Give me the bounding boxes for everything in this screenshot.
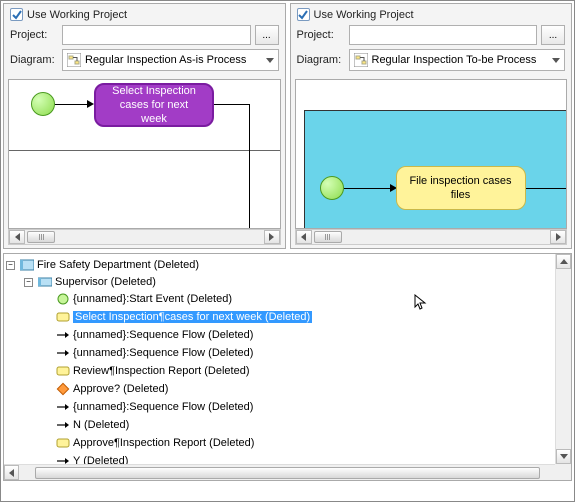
project-input-left[interactable] [62, 25, 251, 45]
tree-node-lane[interactable]: − Supervisor (Deleted) [24, 274, 555, 290]
left-diagram-canvas[interactable]: Select Inspection cases for next week [8, 79, 281, 229]
diagram-dropdown-right[interactable]: Regular Inspection To-be Process [349, 49, 566, 71]
diff-tree[interactable]: − Fire Safety Department (Deleted) − S [4, 254, 555, 464]
tree-node-item[interactable]: Review¶Inspection Report (Deleted) [42, 363, 555, 379]
tree-node-item[interactable]: Select Inspection¶cases for next week (D… [42, 309, 555, 325]
right-comparison-pane: Use Working Project Project: ... Diagram… [290, 3, 573, 249]
use-working-project-checkbox-right[interactable] [297, 8, 310, 21]
project-browse-button-right[interactable]: ... [541, 25, 565, 45]
chevron-down-icon [266, 58, 274, 63]
tree-node-item[interactable]: {unnamed}:Start Event (Deleted) [42, 291, 555, 307]
task-icon [56, 364, 70, 378]
tree-node-item[interactable]: N (Deleted) [42, 417, 555, 433]
left-canvas-h-scrollbar[interactable] [8, 229, 281, 245]
scroll-left-button[interactable] [9, 230, 25, 244]
left-comparison-pane: Use Working Project Project: ... Diagram… [3, 3, 286, 249]
right-canvas-h-scrollbar[interactable] [295, 229, 568, 245]
chevron-down-icon [552, 58, 560, 63]
use-working-label-right: Use Working Project [314, 9, 414, 21]
scroll-left-button[interactable] [4, 465, 19, 480]
start-icon [56, 292, 70, 306]
diagram-dropdown-left[interactable]: Regular Inspection As-is Process [62, 49, 279, 71]
project-browse-button-left[interactable]: ... [255, 25, 279, 45]
diff-tree-panel: − Fire Safety Department (Deleted) − S [3, 253, 572, 481]
right-diagram-canvas[interactable]: File inspection cases files [295, 79, 568, 229]
scroll-thumb[interactable] [27, 231, 55, 243]
tree-node-item[interactable]: Approve? (Deleted) [42, 381, 555, 397]
use-working-project-checkbox-left[interactable] [10, 8, 23, 21]
collapse-icon[interactable]: − [6, 261, 15, 270]
scroll-up-button[interactable] [556, 254, 571, 269]
mouse-cursor-icon [414, 294, 428, 312]
tree-node-item[interactable]: {unnamed}:Sequence Flow (Deleted) [42, 327, 555, 343]
pool-icon [20, 258, 34, 272]
activity-select-inspection[interactable]: Select Inspection cases for next week [94, 83, 214, 127]
project-label-right: Project: [297, 29, 345, 41]
use-working-label-left: Use Working Project [27, 9, 127, 21]
scroll-thumb[interactable] [314, 231, 342, 243]
gateway-icon [56, 382, 70, 396]
diagram-label-right: Diagram: [297, 54, 345, 66]
start-event-shape[interactable] [320, 176, 344, 200]
scroll-right-button[interactable] [550, 230, 566, 244]
scroll-down-button[interactable] [556, 449, 571, 464]
tree-node-item[interactable]: Approve¶Inspection Report (Deleted) [42, 435, 555, 451]
flow-icon [56, 454, 70, 464]
bpmn-diagram-icon [67, 53, 81, 67]
tree-node-item[interactable]: Y (Deleted) [42, 453, 555, 464]
flow-icon [56, 346, 70, 360]
flow-icon [56, 400, 70, 414]
activity-file-inspection[interactable]: File inspection cases files [396, 166, 526, 210]
scroll-right-button[interactable] [264, 230, 280, 244]
tree-h-scrollbar[interactable] [4, 464, 571, 480]
scroll-thumb[interactable] [35, 467, 540, 479]
task-icon [56, 310, 70, 324]
bpmn-diagram-icon [354, 53, 368, 67]
scroll-left-button[interactable] [296, 230, 312, 244]
tree-node-root[interactable]: − Fire Safety Department (Deleted) [6, 257, 555, 273]
tree-node-item[interactable]: {unnamed}:Sequence Flow (Deleted) [42, 399, 555, 415]
flow-icon [56, 418, 70, 432]
lane-icon [38, 275, 52, 289]
diagram-value-left: Regular Inspection As-is Process [85, 54, 246, 66]
diagram-label-left: Diagram: [10, 54, 58, 66]
project-input-right[interactable] [349, 25, 538, 45]
diagram-value-right: Regular Inspection To-be Process [372, 54, 537, 66]
tree-v-scrollbar[interactable] [555, 254, 571, 464]
project-label-left: Project: [10, 29, 58, 41]
task-icon [56, 436, 70, 450]
tree-node-item[interactable]: {unnamed}:Sequence Flow (Deleted) [42, 345, 555, 361]
flow-icon [56, 328, 70, 342]
collapse-icon[interactable]: − [24, 278, 33, 287]
start-event-shape[interactable] [31, 92, 55, 116]
